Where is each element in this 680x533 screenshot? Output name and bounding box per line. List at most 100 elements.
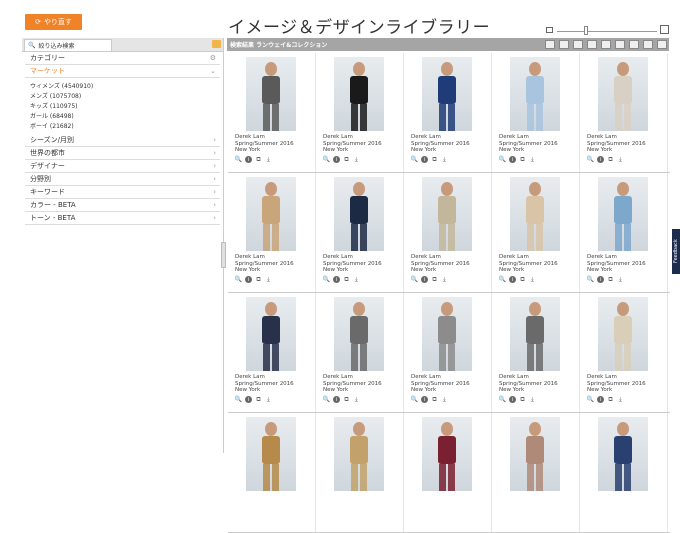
runway-thumbnail[interactable]: [422, 177, 472, 251]
info-icon[interactable]: i: [333, 396, 340, 403]
download-icon[interactable]: ⤓: [265, 276, 272, 283]
result-card[interactable]: Derek Lam Spring/Summer 2016 New York 🔍 i ⧉ ⤓: [316, 173, 404, 292]
zoom-icon[interactable]: 🔍: [235, 156, 242, 163]
download-icon[interactable]: ⤓: [617, 156, 624, 163]
facet-keyword[interactable]: キーワード ›: [25, 186, 220, 199]
copy-icon[interactable]: ⧉: [607, 396, 614, 403]
zoom-icon[interactable]: 🔍: [235, 396, 242, 403]
zoom-icon[interactable]: 🔍: [411, 276, 418, 283]
result-card[interactable]: [580, 413, 668, 532]
zoom-icon[interactable]: 🔍: [587, 276, 594, 283]
facet-city[interactable]: 世界の都市 ›: [25, 147, 220, 160]
info-icon[interactable]: i: [597, 396, 604, 403]
zoom-icon[interactable]: 🔍: [323, 156, 330, 163]
tab-filter-search[interactable]: 🔍 絞り込み検索: [24, 39, 112, 51]
runway-thumbnail[interactable]: [246, 177, 296, 251]
copy-icon[interactable]: ⧉: [343, 156, 350, 163]
info-icon[interactable]: i: [245, 156, 252, 163]
runway-thumbnail[interactable]: [598, 177, 648, 251]
result-card[interactable]: Derek Lam Spring/Summer 2016 New York 🔍 i ⧉ ⤓: [228, 293, 316, 412]
copy-icon[interactable]: ⧉: [607, 276, 614, 283]
copy-icon[interactable]: ⧉: [255, 396, 262, 403]
zoom-icon[interactable]: 🔍: [499, 276, 506, 283]
zoom-slider[interactable]: [546, 25, 670, 37]
runway-thumbnail[interactable]: [510, 57, 560, 131]
market-item[interactable]: メンズ (1075708): [30, 92, 223, 102]
copy-icon[interactable]: ⧉: [343, 396, 350, 403]
zoom-icon[interactable]: 🔍: [411, 396, 418, 403]
facet-category[interactable]: カテゴリー ⚙: [25, 52, 220, 65]
download-icon[interactable]: ⤓: [265, 156, 272, 163]
info-icon[interactable]: i: [421, 156, 428, 163]
runway-thumbnail[interactable]: [334, 417, 384, 491]
market-item[interactable]: ボーイ (21682): [30, 122, 223, 132]
copy-icon[interactable]: ⧉: [431, 156, 438, 163]
info-icon[interactable]: i: [245, 276, 252, 283]
download-icon[interactable]: ⤓: [617, 396, 624, 403]
facet-season[interactable]: シーズン/月別 ›: [25, 134, 220, 147]
result-card[interactable]: Derek Lam Spring/Summer 2016 New York 🔍 i ⧉ ⤓: [580, 293, 668, 412]
result-card[interactable]: [404, 413, 492, 532]
result-card[interactable]: Derek Lam Spring/Summer 2016 New York 🔍 i ⧉ ⤓: [404, 293, 492, 412]
result-card[interactable]: [228, 413, 316, 532]
save-icon[interactable]: [643, 40, 653, 49]
market-item[interactable]: ウィメンズ (4540910): [30, 82, 223, 92]
info-icon[interactable]: i: [597, 156, 604, 163]
info-icon[interactable]: i: [245, 396, 252, 403]
copy-icon[interactable]: ⧉: [519, 396, 526, 403]
result-card[interactable]: Derek Lam Spring/Summer 2016 New York 🔍 i ⧉ ⤓: [228, 53, 316, 172]
runway-thumbnail[interactable]: [598, 297, 648, 371]
facet-designer[interactable]: デザイナー ›: [25, 160, 220, 173]
download-icon[interactable]: ⤓: [441, 276, 448, 283]
runway-thumbnail[interactable]: [246, 417, 296, 491]
facet-tone[interactable]: トーン - BETA ›: [25, 212, 220, 225]
result-card[interactable]: Derek Lam Spring/Summer 2016 New York 🔍 i ⧉ ⤓: [492, 53, 580, 172]
info-icon[interactable]: i: [421, 396, 428, 403]
result-card[interactable]: [316, 413, 404, 532]
zoom-icon[interactable]: 🔍: [587, 396, 594, 403]
share-icon[interactable]: [657, 40, 667, 49]
zoom-icon[interactable]: 🔍: [411, 156, 418, 163]
download-icon[interactable]: ⤓: [617, 276, 624, 283]
zoom-track[interactable]: [557, 31, 657, 32]
result-card[interactable]: Derek Lam Spring/Summer 2016 New York 🔍 i ⧉ ⤓: [404, 173, 492, 292]
info-icon[interactable]: i: [597, 276, 604, 283]
facet-field[interactable]: 分野別 ›: [25, 173, 220, 186]
runway-thumbnail[interactable]: [598, 57, 648, 131]
zoom-icon[interactable]: 🔍: [323, 276, 330, 283]
info-icon[interactable]: i: [333, 276, 340, 283]
folder-icon[interactable]: [212, 40, 221, 48]
zoom-icon[interactable]: 🔍: [323, 396, 330, 403]
result-card[interactable]: Derek Lam Spring/Summer 2016 New York 🔍 i ⧉ ⤓: [492, 293, 580, 412]
download-icon[interactable]: ⤓: [353, 276, 360, 283]
runway-thumbnail[interactable]: [246, 57, 296, 131]
market-item[interactable]: ガール (68498): [30, 112, 223, 122]
runway-thumbnail[interactable]: [334, 297, 384, 371]
download-icon[interactable]: [629, 40, 639, 49]
copy-icon[interactable]: ⧉: [431, 276, 438, 283]
runway-thumbnail[interactable]: [246, 297, 296, 371]
copy-icon[interactable]: ⧉: [431, 396, 438, 403]
copy-icon[interactable]: ⧉: [607, 156, 614, 163]
info-icon[interactable]: i: [509, 396, 516, 403]
sidebar-collapse-handle[interactable]: [221, 242, 226, 268]
print-icon[interactable]: [601, 40, 611, 49]
zoom-handle[interactable]: [584, 26, 588, 35]
result-card[interactable]: Derek Lam Spring/Summer 2016 New York 🔍 i ⧉ ⤓: [228, 173, 316, 292]
result-card[interactable]: [492, 413, 580, 532]
result-card[interactable]: Derek Lam Spring/Summer 2016 New York 🔍 i ⧉ ⤓: [316, 293, 404, 412]
copy-icon[interactable]: ⧉: [519, 276, 526, 283]
download-icon[interactable]: ⤓: [441, 156, 448, 163]
runway-thumbnail[interactable]: [334, 177, 384, 251]
runway-thumbnail[interactable]: [422, 297, 472, 371]
zoom-icon[interactable]: 🔍: [499, 396, 506, 403]
runway-thumbnail[interactable]: [334, 57, 384, 131]
zoom-icon[interactable]: 🔍: [587, 156, 594, 163]
zoom-icon[interactable]: 🔍: [499, 156, 506, 163]
runway-thumbnail[interactable]: [422, 57, 472, 131]
download-icon[interactable]: ⤓: [529, 396, 536, 403]
runway-thumbnail[interactable]: [422, 417, 472, 491]
zoom-in-icon[interactable]: [660, 25, 669, 34]
facet-market[interactable]: マーケット ⌄: [25, 65, 220, 78]
runway-thumbnail[interactable]: [598, 417, 648, 491]
